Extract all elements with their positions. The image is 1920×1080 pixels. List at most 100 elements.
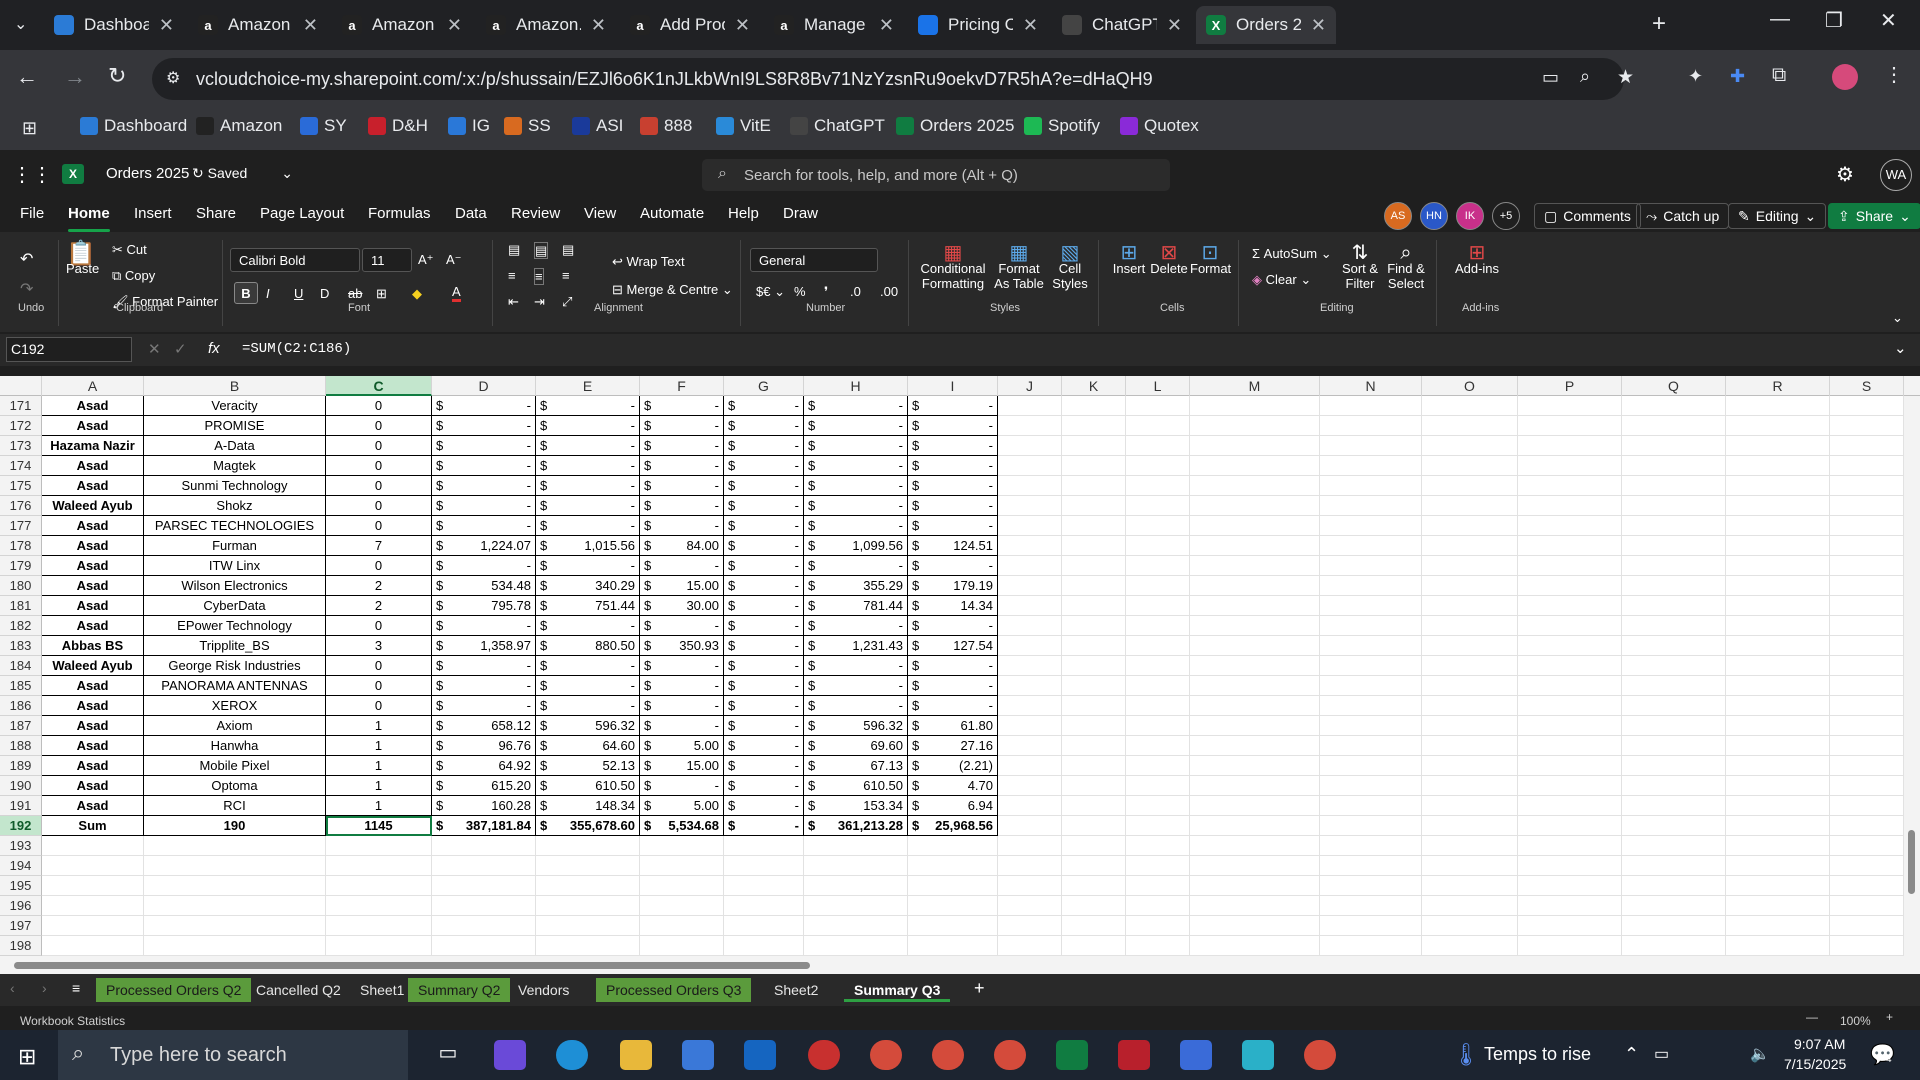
cell-R195[interactable] [1726,876,1830,896]
cell-S186[interactable] [1830,696,1904,716]
cell-C173[interactable]: 0 [326,436,432,456]
cell-C172[interactable]: 0 [326,416,432,436]
cell-J175[interactable] [998,476,1062,496]
cell-S182[interactable] [1830,616,1904,636]
bookmark-item[interactable]: SS [504,116,551,136]
cell-S171[interactable] [1830,396,1904,416]
cell-G177[interactable]: $ - [724,516,804,536]
cell-M172[interactable] [1190,416,1320,436]
cell-C177[interactable]: 0 [326,516,432,536]
cell-L178[interactable] [1126,536,1190,556]
cell-O176[interactable] [1422,496,1518,516]
bookmark-item[interactable]: Dashboard [80,116,187,136]
cell-O179[interactable] [1422,556,1518,576]
cell-H178[interactable]: $1,099.56 [804,536,908,556]
cell-K182[interactable] [1062,616,1126,636]
reload-icon[interactable]: ↻ [108,63,126,89]
tab-search-icon[interactable]: ⌄ [14,14,27,34]
cell-J181[interactable] [998,596,1062,616]
cell-B193[interactable] [144,836,326,856]
cell-H173[interactable]: $ - [804,436,908,456]
cell-F174[interactable]: $ - [640,456,724,476]
cell-P184[interactable] [1518,656,1622,676]
cell-R187[interactable] [1726,716,1830,736]
cell-A197[interactable] [42,916,144,936]
cell-M196[interactable] [1190,896,1320,916]
cell-F179[interactable]: $ - [640,556,724,576]
cell-C174[interactable]: 0 [326,456,432,476]
sheet-tab[interactable]: Sheet1 [350,978,414,1002]
cell-R174[interactable] [1726,456,1830,476]
cell-R177[interactable] [1726,516,1830,536]
settings-gear-icon[interactable]: ⚙ [1836,162,1854,187]
cell-M183[interactable] [1190,636,1320,656]
cell-B195[interactable] [144,876,326,896]
format-as-table-button[interactable]: ▦ Format As Table [992,243,1046,291]
cell-G193[interactable] [724,836,804,856]
cell-L182[interactable] [1126,616,1190,636]
cell-G197[interactable] [724,916,804,936]
expand-formula-icon[interactable]: ⌄ [1894,339,1907,357]
cell-H183[interactable]: $1,231.43 [804,636,908,656]
cell-K188[interactable] [1062,736,1126,756]
cell-G190[interactable]: $ - [724,776,804,796]
cell-S198[interactable] [1830,936,1904,956]
cell-M175[interactable] [1190,476,1320,496]
menu-tab[interactable]: Help [728,205,759,222]
copy-button[interactable]: ⧉ Copy [112,268,155,283]
cell-M182[interactable] [1190,616,1320,636]
cell-F181[interactable]: $30.00 [640,596,724,616]
cell-P177[interactable] [1518,516,1622,536]
cell-E186[interactable]: $ - [536,696,640,716]
close-tab-icon[interactable]: ✕ [1311,15,1326,36]
find-select-button[interactable]: ⌕ Find & Select [1384,243,1428,291]
cell-J190[interactable] [998,776,1062,796]
cell-I184[interactable]: $ - [908,656,998,676]
apps-grid-icon[interactable]: ⊞ [22,118,37,139]
cell-B172[interactable]: PROMISE [144,416,326,436]
row-header[interactable]: 176 [0,496,42,516]
all-sheets-icon[interactable]: ≡ [72,980,80,996]
bookmark-item[interactable]: VitE [716,116,771,136]
cell-A185[interactable]: Asad [42,676,144,696]
cell-Q172[interactable] [1622,416,1726,436]
borders-icon[interactable]: ⊞ [376,286,387,301]
close-tab-icon[interactable]: ✕ [591,15,606,36]
cell-R179[interactable] [1726,556,1830,576]
sheet-tab[interactable]: Summary Q2 [408,978,511,1002]
cell-L174[interactable] [1126,456,1190,476]
cell-M177[interactable] [1190,516,1320,536]
cell-O181[interactable] [1422,596,1518,616]
cell-E197[interactable] [536,916,640,936]
cell-D195[interactable] [432,876,536,896]
cell-L197[interactable] [1126,916,1190,936]
cell-N172[interactable] [1320,416,1422,436]
double-underline-button[interactable]: D [320,286,329,301]
cell-I181[interactable]: $14.34 [908,596,998,616]
cell-P182[interactable] [1518,616,1622,636]
cell-I171[interactable]: $ - [908,396,998,416]
cell-P174[interactable] [1518,456,1622,476]
cell-K181[interactable] [1062,596,1126,616]
cell-F183[interactable]: $350.93 [640,636,724,656]
cell-J192[interactable] [998,816,1062,836]
cell-L198[interactable] [1126,936,1190,956]
cell-B175[interactable]: Sunmi Technology [144,476,326,496]
cell-Q198[interactable] [1622,936,1726,956]
cell-R184[interactable] [1726,656,1830,676]
menu-tab[interactable]: Share [196,205,236,222]
close-tab-icon[interactable]: ✕ [303,15,318,36]
cell-B179[interactable]: ITW Linx [144,556,326,576]
cell-E190[interactable]: $610.50 [536,776,640,796]
cell-P185[interactable] [1518,676,1622,696]
cell-F198[interactable] [640,936,724,956]
clock-date[interactable]: 7/15/2025 [1784,1056,1846,1072]
filezilla-icon[interactable] [1118,1040,1150,1070]
cell-A195[interactable] [42,876,144,896]
cell-S183[interactable] [1830,636,1904,656]
column-header[interactable]: N [1320,376,1422,396]
cell-M193[interactable] [1190,836,1320,856]
cell-D186[interactable]: $ - [432,696,536,716]
cell-O192[interactable] [1422,816,1518,836]
cell-F191[interactable]: $5.00 [640,796,724,816]
